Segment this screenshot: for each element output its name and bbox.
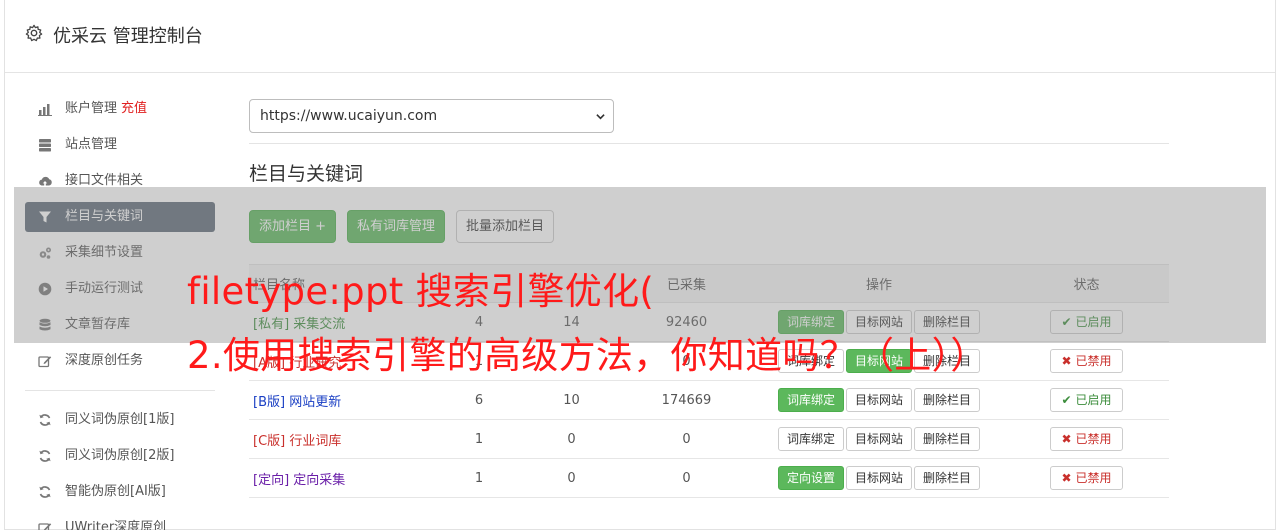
count-cell-1: 6 [434, 380, 524, 420]
bar-chart-icon [38, 104, 52, 116]
gear-icon [25, 24, 43, 42]
status-toggle[interactable]: ✖ 已禁用 [1050, 427, 1123, 451]
status-label: 已禁用 [1075, 471, 1112, 485]
table-row: [B版] 网站更新 6 10 174669 词库绑定 目标网站 删除栏目 ✔ 已启用 [249, 380, 1169, 420]
lexicon-bind-button[interactable]: 词库绑定 [777, 388, 844, 412]
column-tag: [B版] [253, 394, 286, 410]
sidebar-divider [25, 390, 215, 391]
site-select-value: https://www.ucaiyun.com [260, 108, 438, 124]
sidebar-item-1[interactable]: 站点管理 [25, 130, 215, 160]
column-name-link[interactable]: 网站更新 [289, 395, 341, 410]
count-cell-2[interactable]: 0 [524, 419, 619, 459]
site-select[interactable]: https://www.ucaiyun.com [249, 99, 614, 133]
column-tag: [C版] [253, 433, 286, 449]
section-title: 栏目与关键词 [249, 163, 364, 185]
status-label: 已启用 [1075, 393, 1112, 407]
cloud-upload-icon [39, 176, 52, 186]
collected-cell: 0 [619, 458, 754, 498]
watermark-overlay [14, 187, 1266, 343]
status-cell: ✖ 已禁用 [1004, 419, 1169, 459]
close-icon: ✖ [1061, 354, 1072, 368]
overlay-title-line1: filetype:ppt 搜索引擎优化( [187, 270, 655, 313]
edit-icon [38, 356, 52, 368]
column-name-cell: [定向] 定向采集 [249, 458, 434, 498]
edit-icon [38, 523, 52, 530]
refresh-icon [39, 414, 51, 426]
recharge-link[interactable]: 充值 [121, 101, 147, 116]
sidebar-item-label: 同义词伪原创[2版] [65, 448, 175, 463]
column-name-cell: [C版] 行业词库 [249, 419, 434, 459]
sidebar-item-2[interactable]: 智能伪原创[AI版] [25, 477, 215, 507]
collected-cell: 0 [619, 419, 754, 459]
target-site-button[interactable]: 目标网站 [845, 466, 912, 490]
column-name-cell: [B版] 网站更新 [249, 380, 434, 420]
refresh-icon [39, 450, 51, 462]
count-cell-2[interactable]: 0 [524, 458, 619, 498]
table-row: [C版] 行业词库 1 0 0 词库绑定 目标网站 删除栏目 ✖ 已禁用 [249, 419, 1169, 459]
close-icon: ✖ [1061, 471, 1072, 485]
lexicon-bind-button[interactable]: 定向设置 [777, 466, 844, 490]
actions-cell: 定向设置 目标网站 删除栏目 [754, 458, 1004, 498]
column-name-link[interactable]: 行业词库 [289, 434, 341, 449]
actions-cell: 词库绑定 目标网站 删除栏目 [754, 380, 1004, 420]
delete-column-button[interactable]: 删除栏目 [914, 388, 981, 412]
count-cell-2[interactable]: 10 [524, 380, 619, 420]
header-bar: 优采云 管理控制台 [5, 0, 1275, 73]
column-tag: [定向] [253, 472, 290, 488]
collected-cell: 174669 [619, 380, 754, 420]
refresh-icon [39, 486, 51, 498]
sidebar-item-label: 智能伪原创[AI版] [65, 484, 166, 499]
overlay-title-line2: 2.使用搜索引擎的高级方法，你知道吗？（上）） [187, 334, 988, 377]
sidebar-item-label: 账户管理 [65, 101, 118, 116]
sidebar-item-label: 深度原创任务 [65, 353, 144, 368]
sidebar-item-3[interactable]: UWriter深度原创 [25, 513, 215, 530]
status-toggle[interactable]: ✖ 已禁用 [1050, 349, 1123, 373]
chevron-down-icon [596, 114, 605, 120]
table-row: [定向] 定向采集 1 0 0 定向设置 目标网站 删除栏目 ✖ 已禁用 [249, 458, 1169, 498]
sidebar-item-label: UWriter深度原创 [65, 520, 167, 530]
count-cell-1: 1 [434, 419, 524, 459]
status-cell: ✔ 已启用 [1004, 380, 1169, 420]
check-icon: ✔ [1061, 393, 1072, 407]
column-name-link[interactable]: 定向采集 [293, 473, 345, 488]
status-toggle[interactable]: ✖ 已禁用 [1050, 466, 1123, 490]
status-cell: ✖ 已禁用 [1004, 458, 1169, 498]
sidebar-item-0[interactable]: 账户管理 充值 [25, 94, 215, 124]
app-title: 优采云 管理控制台 [53, 26, 203, 47]
status-toggle[interactable]: ✔ 已启用 [1050, 388, 1123, 412]
sidebar-item-label: 接口文件相关 [65, 173, 144, 188]
delete-column-button[interactable]: 删除栏目 [914, 427, 981, 451]
sidebar-item-1[interactable]: 同义词伪原创[2版] [25, 441, 215, 471]
sidebar-item-0[interactable]: 同义词伪原创[1版] [25, 405, 215, 435]
sidebar-item-label: 站点管理 [65, 137, 118, 152]
count-cell-1: 1 [434, 458, 524, 498]
delete-column-button[interactable]: 删除栏目 [914, 466, 981, 490]
target-site-button[interactable]: 目标网站 [845, 388, 912, 412]
sidebar-item-label: 同义词伪原创[1版] [65, 412, 175, 427]
target-site-button[interactable]: 目标网站 [845, 427, 912, 451]
lexicon-bind-button[interactable]: 词库绑定 [777, 427, 844, 451]
status-label: 已禁用 [1075, 354, 1112, 368]
server-icon [39, 139, 51, 152]
divider [249, 143, 1169, 144]
status-cell: ✖ 已禁用 [1004, 341, 1169, 381]
status-label: 已禁用 [1075, 432, 1112, 446]
actions-cell: 词库绑定 目标网站 删除栏目 [754, 419, 1004, 459]
close-icon: ✖ [1061, 432, 1072, 446]
